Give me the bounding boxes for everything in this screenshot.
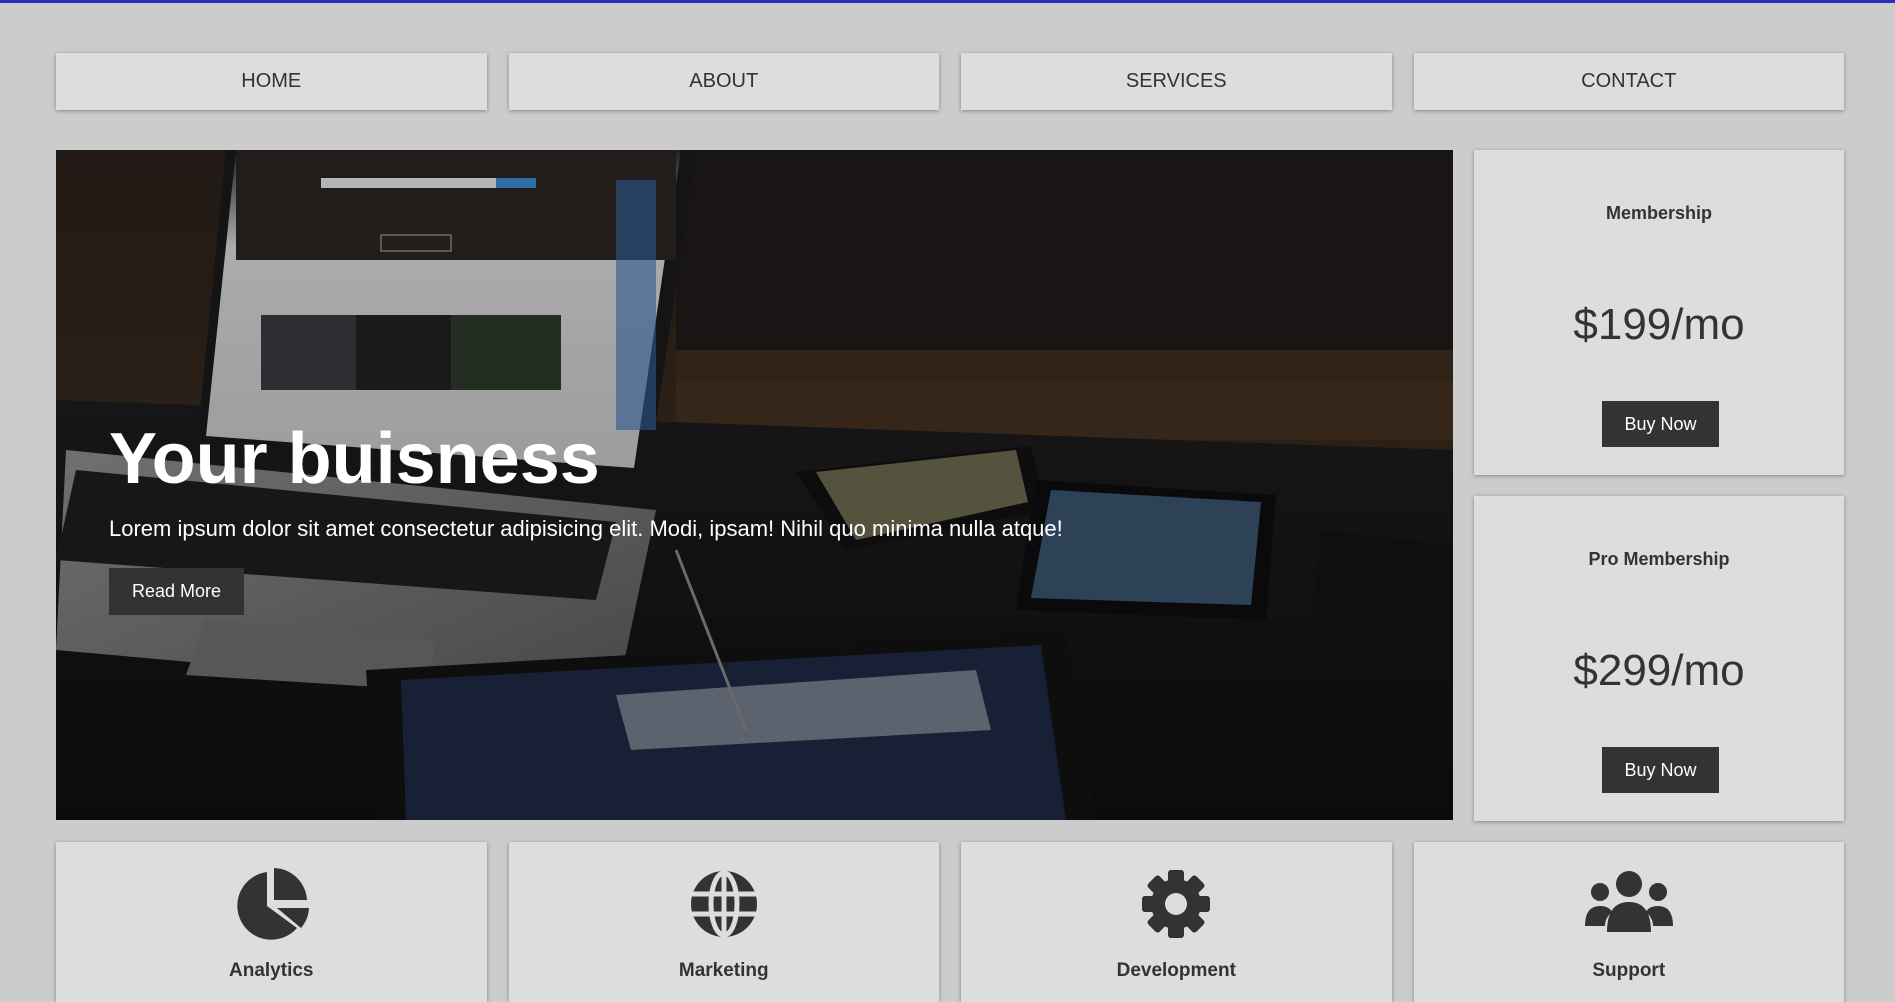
pricing-card-pro-membership: Pro Membership $299/mo Buy Now [1474,496,1844,821]
feature-card-support: Support [1413,842,1844,1002]
main-nav: HOME ABOUT SERVICES CONTACT [56,53,1844,110]
nav-home[interactable]: HOME [56,53,487,110]
globe-icon [690,870,757,938]
pricing-card-membership: Membership $199/mo Buy Now [1474,150,1844,475]
buy-now-button[interactable]: Buy Now [1602,401,1719,447]
feature-card-development: Development [961,842,1392,1002]
feature-label: Marketing [678,960,769,981]
nav-contact[interactable]: CONTACT [1413,53,1844,110]
hero-description: Lorem ipsum dolor sit amet consectetur a… [109,516,1063,541]
nav-services[interactable]: SERVICES [961,53,1392,110]
top-accent-line [0,0,1895,3]
feature-label: Development [1116,960,1236,981]
nav-about[interactable]: ABOUT [508,53,939,110]
gear-icon [1142,870,1211,938]
feature-card-marketing: Marketing [508,842,939,1002]
plan-price: $199/mo [1573,300,1745,349]
feature-label: Analytics [229,960,314,981]
plan-name: Pro Membership [1588,549,1730,569]
plan-name: Membership [1605,203,1713,223]
read-more-button[interactable]: Read More [109,568,244,615]
plan-price: $299/mo [1573,646,1745,695]
feature-label: Support [1592,960,1666,981]
pie-chart-icon [237,868,310,940]
buy-now-button[interactable]: Buy Now [1602,747,1719,793]
hero-title: Your buisness [109,419,600,499]
features-row: Analytics Marketing Development Support [56,842,1844,1002]
hero-section: Your buisness Lorem ipsum dolor sit amet… [56,150,1453,820]
users-icon [1584,871,1673,932]
feature-card-analytics: Analytics [56,842,487,1002]
